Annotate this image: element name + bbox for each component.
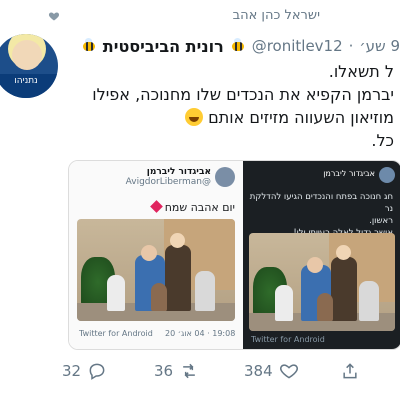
reply-button[interactable]: 32 [62,362,107,380]
bee-icon [230,38,246,54]
share-icon [343,363,357,379]
embedded-tweet-header: אביגדור ליברמן @AvigdorLiberman [77,167,235,191]
reply-count: 32 [62,362,82,380]
embedded-tweet-right: אביגדור ליברמן חג חנוכה בפתח והנכדים הגי… [243,161,400,349]
embedded-line: חג חנוכה בפתח והנכדים הגיעו להדלקת נר [249,192,393,214]
tweet-line: ל תשאלו. [328,62,394,81]
retweet-icon [183,363,195,379]
liked-by-text[interactable]: ישראל כהן אהב [233,8,320,23]
embedded-tweet-header-dark: אביגדור ליברמן [249,167,395,185]
heart-icon [48,12,60,21]
embedded-tweet-text-dark: חג חנוכה בפתח והנכדים הגיעו להדלקת נר רא… [249,191,393,239]
avatar-face [12,40,42,70]
family-photo [77,219,235,321]
social-context-bar: ישראל כהן אהב [0,0,400,28]
embedded-text: יום אהבה שמח [164,201,235,214]
embedded-author-name: אביגדור ליברמן [323,169,375,178]
embedded-footer-source: Twitter for Android [251,335,325,344]
bee-icon [81,38,97,54]
retweet-count: 36 [154,362,174,380]
retweet-button[interactable]: 36 [154,362,199,380]
author-handle[interactable]: @ronitlev12 [252,37,343,55]
tweet-line: כל. [371,131,394,150]
reply-icon [89,363,105,380]
tweet-actions: 32 36 384 [60,356,400,386]
red-heart-icon [150,200,164,213]
separator-dot: · [348,37,354,55]
embedded-avatar [215,167,235,187]
embedded-footer-source: Twitter for Android [79,329,153,338]
embedded-author-handle: @AvigdorLiberman [125,177,211,187]
author-name[interactable]: רונית הביביסטית [103,37,224,56]
like-icon [279,364,298,379]
embedded-author-name: אביגדור ליברמן [146,167,211,177]
tweet-timestamp[interactable]: 9 שע׳ [359,37,400,55]
avatar-caption: נתניהו [14,76,38,86]
embedded-avatar [379,167,395,183]
embedded-tweet-text: יום אהבה שמח [77,200,235,214]
embedded-footer-time: 19:08 · 04 אוג׳ 20 [165,329,236,338]
tweet-line-text: מוזיאון השעווה מזיזים אותם [208,108,394,127]
author-avatar[interactable]: נתניהו [0,34,58,98]
embedded-author-block: אביגדור ליברמן @AvigdorLiberman [126,167,211,187]
like-count: 384 [244,362,273,380]
share-button[interactable] [340,362,360,380]
attached-image[interactable]: אביגדור ליברמן @AvigdorLiberman יום אהבה… [68,160,400,350]
like-button[interactable]: 384 [244,362,299,380]
tweet-line: מוזיאון השעווה מזיזים אותם [64,106,394,129]
tweet-line: יברמן הקפיא את הנכדים שלו מחנוכה, אפילו [92,85,394,104]
family-photo [249,233,395,331]
embedded-line: ראשון. [369,216,393,226]
laughing-emoji-icon [185,108,203,126]
embedded-tweet-left: אביגדור ליברמן @AvigdorLiberman יום אהבה… [69,161,243,349]
tweet-header: 9 שע׳ · @ronitlev12 רונית הביביסטית [64,34,400,58]
tweet-text: ל תשאלו. יברמן הקפיא את הנכדים שלו מחנוכ… [64,60,394,152]
